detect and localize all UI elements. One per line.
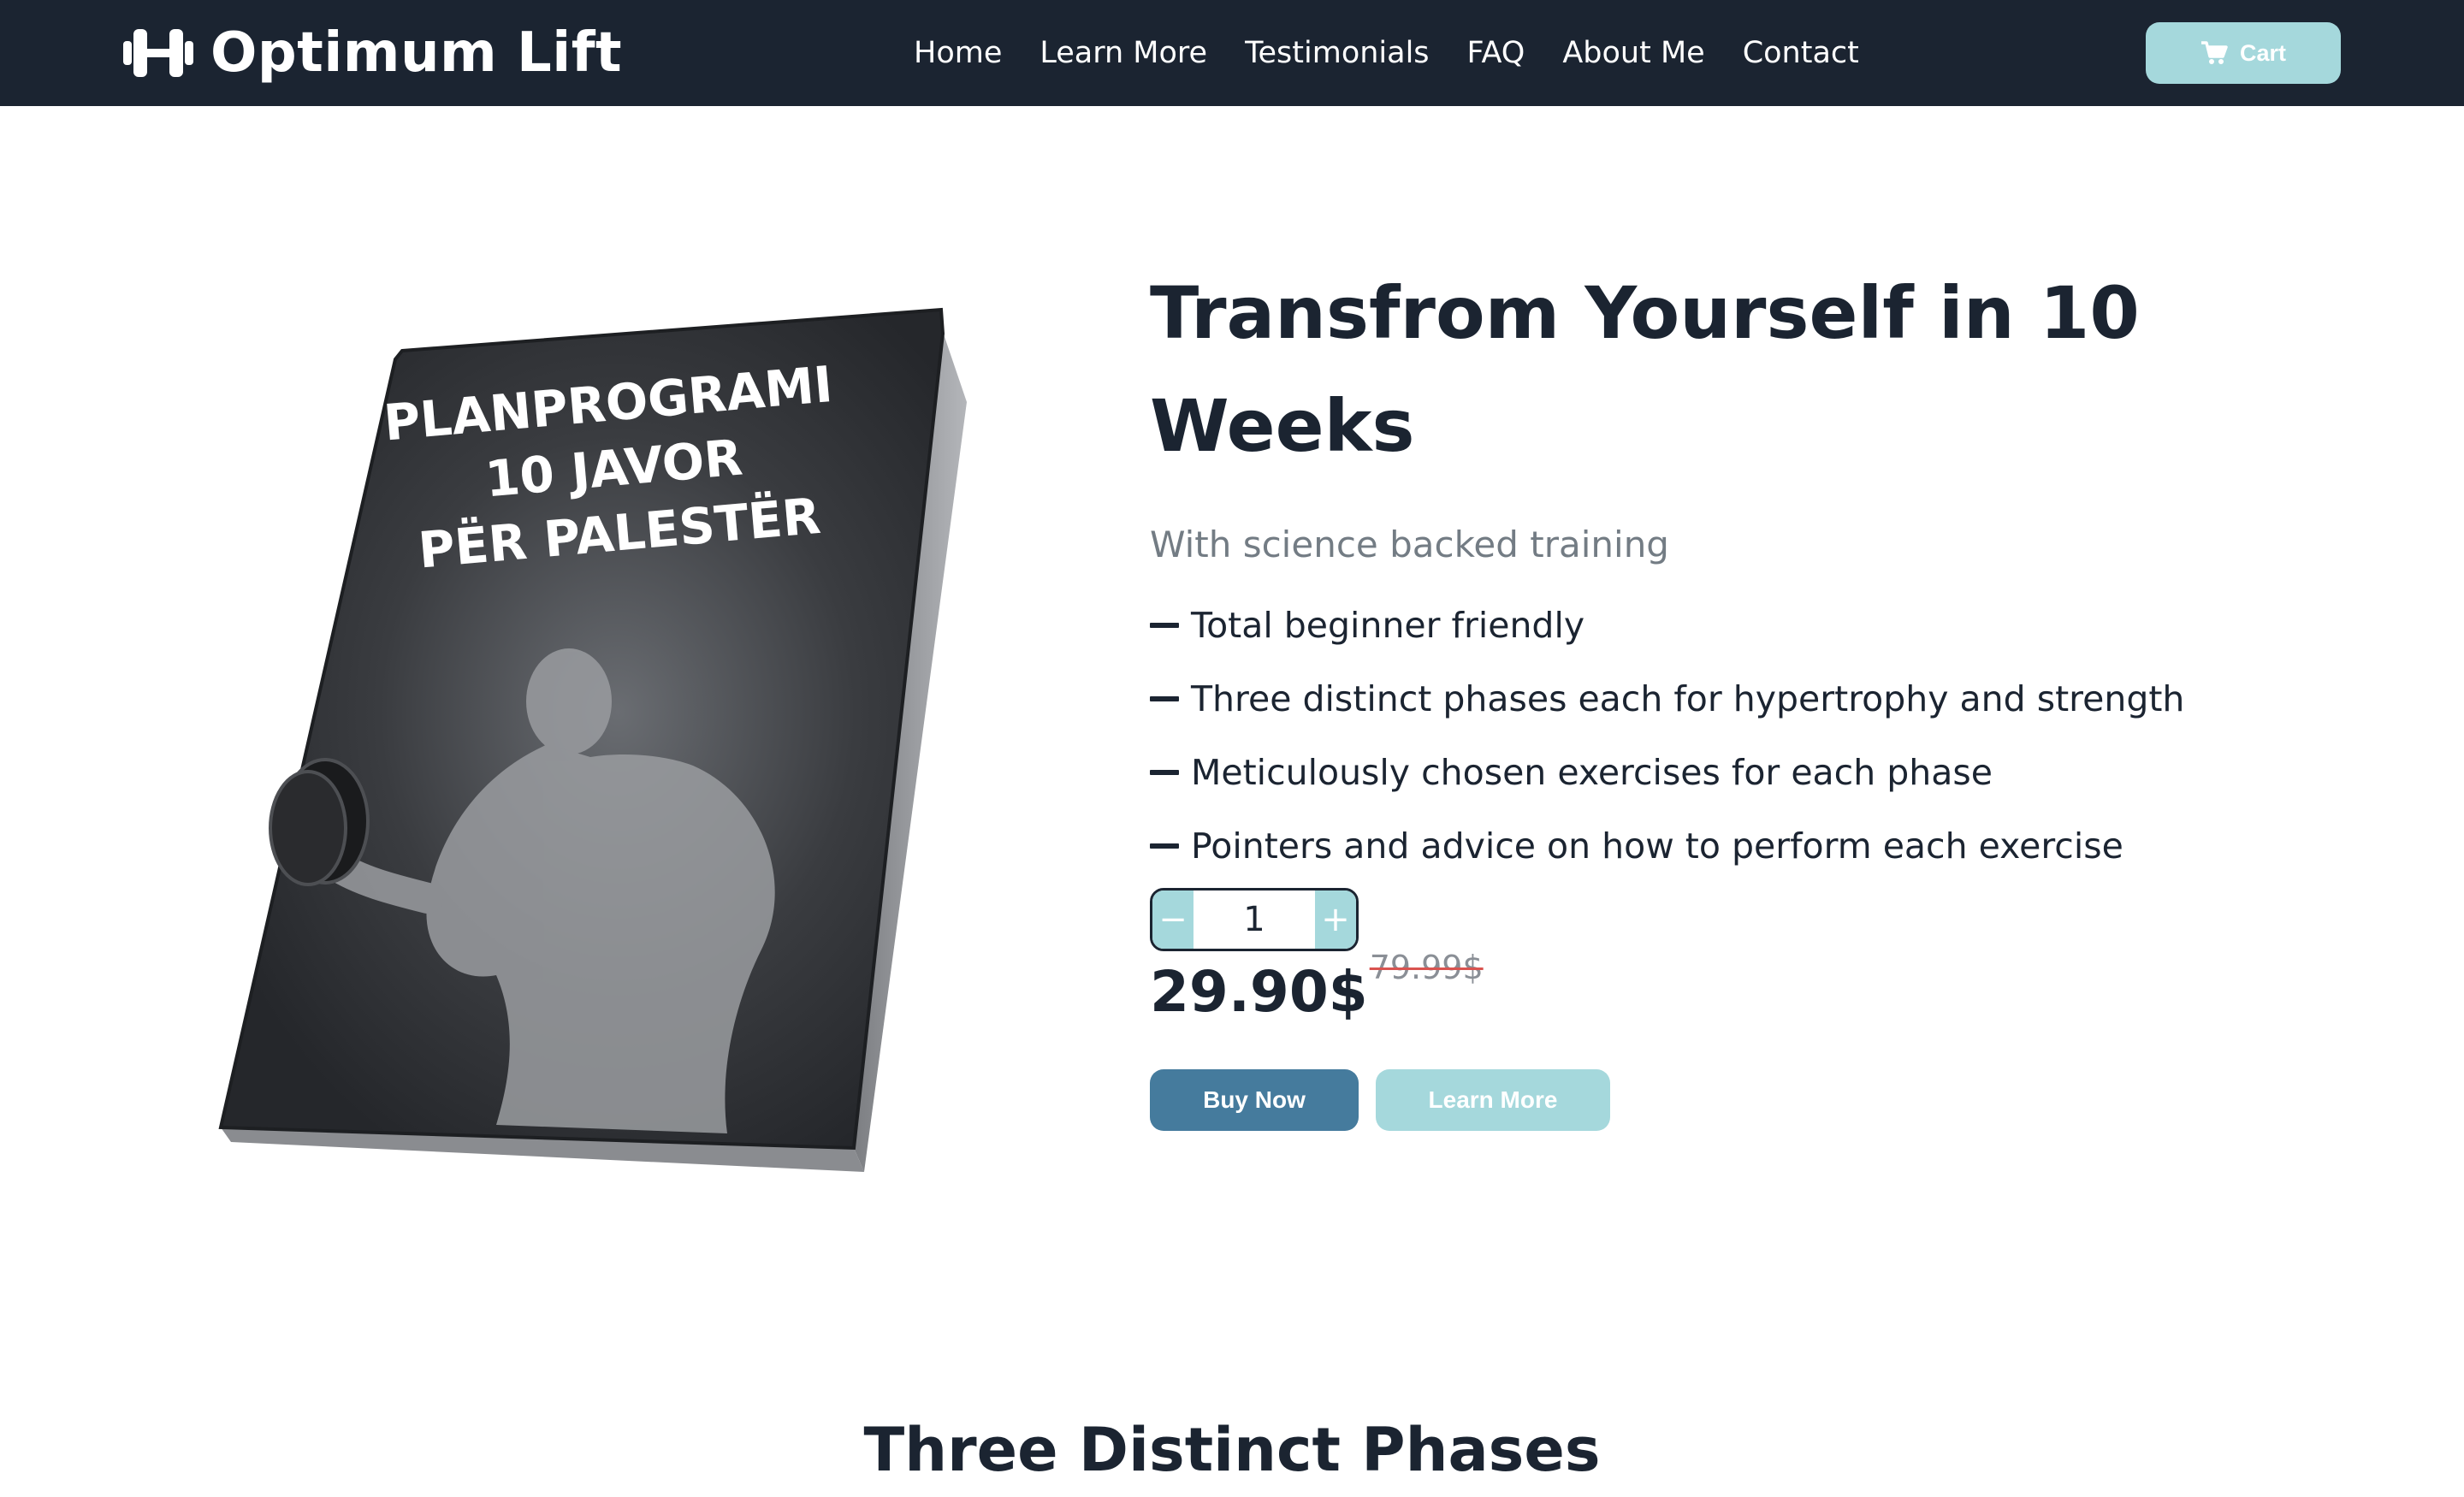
nav-link-faq[interactable]: FAQ [1467, 36, 1525, 70]
quantity-increase-button[interactable]: + [1315, 891, 1356, 949]
dash-icon [1150, 770, 1179, 775]
nav-link-home[interactable]: Home [914, 36, 1002, 70]
cart-label: Cart [2239, 39, 2286, 66]
product-subtitle: With science backed training [1150, 524, 1669, 565]
feature-text: Pointers and advice on how to perform ea… [1191, 825, 2123, 867]
quantity-input[interactable] [1194, 891, 1315, 949]
current-price: 29.90$ [1150, 959, 1368, 1025]
quantity-decrease-button[interactable]: − [1152, 891, 1194, 949]
navbar: Optimum Lift Home Learn More Testimonial… [0, 0, 2464, 106]
cart-button[interactable]: Cart [2146, 22, 2341, 84]
product-title: Transfrom Yourself in 10 Weeks [1150, 271, 2140, 468]
dumbbell-icon [123, 29, 193, 77]
feature-text: Meticulously chosen exercises for each p… [1191, 752, 1993, 793]
old-price: 79.99$ [1369, 949, 1484, 986]
section-heading: Three Distinct Phases [863, 1415, 1601, 1485]
nav-link-learn-more[interactable]: Learn More [1040, 36, 1207, 70]
dash-icon [1150, 623, 1179, 628]
feature-item: Pointers and advice on how to perform ea… [1150, 809, 2348, 883]
brand-logo[interactable]: Optimum Lift [123, 19, 622, 87]
cart-icon [2200, 41, 2228, 64]
nav-link-testimonials[interactable]: Testimonials [1245, 36, 1429, 70]
price-row: 29.90$ 79.99$ [1150, 951, 2348, 1027]
product-book-image: PLANPROGRAMI 10 JAVOR PËR PALESTËR [214, 299, 984, 1180]
feature-text: Total beginner friendly [1191, 605, 1585, 646]
nav-link-about-me[interactable]: About Me [1562, 36, 1704, 70]
product-actions: Buy Now Learn More [1150, 1069, 2348, 1131]
brand-name[interactable]: Optimum Lift [210, 21, 622, 85]
product-info: Transfrom Yourself in 10 Weeks With scie… [1150, 257, 2348, 1131]
main-nav: Home Learn More Testimonials FAQ About M… [914, 0, 1897, 106]
feature-item: Three distinct phases each for hypertrop… [1150, 662, 2348, 736]
quantity-stepper: − + [1150, 888, 1359, 951]
dash-icon [1150, 843, 1179, 849]
buy-now-button[interactable]: Buy Now [1150, 1069, 1359, 1131]
dash-icon [1150, 696, 1179, 701]
feature-item: Meticulously chosen exercises for each p… [1150, 736, 2348, 809]
nav-link-contact[interactable]: Contact [1743, 36, 1859, 70]
feature-item: Total beginner friendly [1150, 589, 2348, 662]
feature-list: Total beginner friendly Three distinct p… [1150, 589, 2348, 883]
learn-more-button[interactable]: Learn More [1376, 1069, 1610, 1131]
feature-text: Three distinct phases each for hypertrop… [1191, 678, 2185, 719]
